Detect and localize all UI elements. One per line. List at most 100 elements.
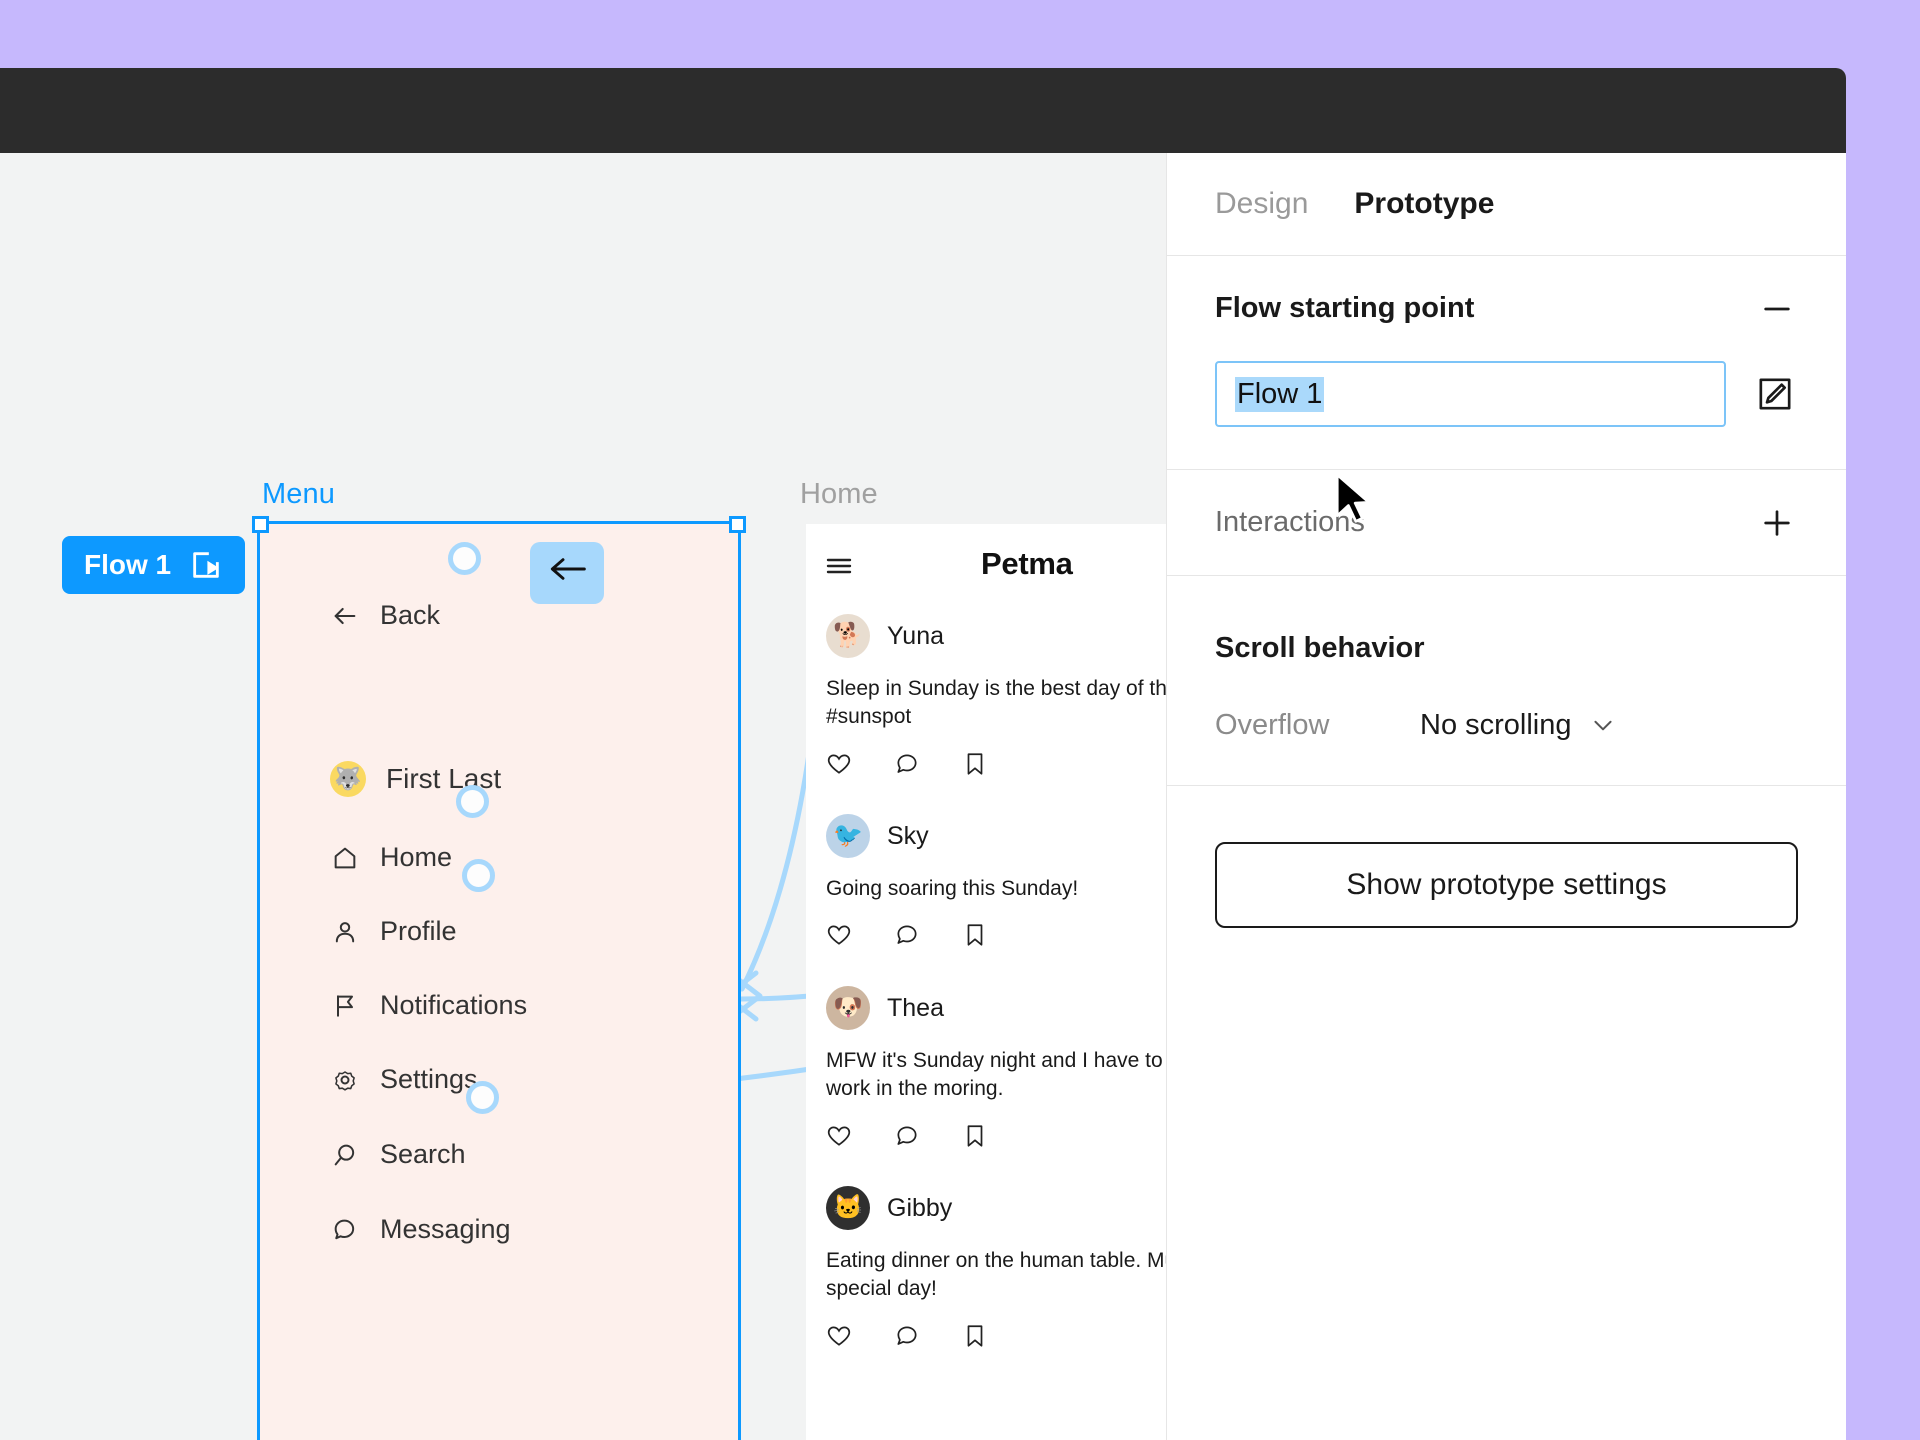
post-text: Sleep in Sunday is the best day of the w… xyxy=(826,677,1166,729)
connector-dot-back[interactable] xyxy=(448,542,481,575)
overflow-label: Overflow xyxy=(1215,708,1330,741)
post-item[interactable]: 🐕 Yuna Sleep in Sunday is the best day o… xyxy=(826,614,1166,777)
design-canvas[interactable]: Menu Home Back 🐺 First Last Home Profile… xyxy=(0,153,1166,1440)
connector-dot-home[interactable] xyxy=(456,785,489,818)
menu-item-notifications[interactable]: Notifications xyxy=(330,990,527,1021)
message-icon xyxy=(330,1215,360,1245)
bird-avatar: 🐦 xyxy=(826,814,870,858)
post-author: Sky xyxy=(887,821,929,850)
menu-item-notifications-label: Notifications xyxy=(380,990,528,1020)
post-actions[interactable] xyxy=(826,922,1166,948)
menu-item-settings-label: Settings xyxy=(380,1064,478,1094)
post-actions[interactable] xyxy=(826,1123,1166,1149)
section-header: Interactions xyxy=(1215,470,1798,575)
menu-item-settings[interactable]: Settings xyxy=(330,1064,478,1095)
post-header: 🐕 Yuna xyxy=(826,614,1166,658)
bookmark-icon[interactable] xyxy=(962,1123,988,1149)
mouse-cursor xyxy=(1335,473,1373,525)
frame-menu[interactable]: Back 🐺 First Last Home Profile Notificat… xyxy=(257,521,741,1440)
scroll-behavior-section: Scroll behavior Overflow No scrolling xyxy=(1167,576,1846,786)
like-icon[interactable] xyxy=(826,922,852,948)
selection-handle-top-right[interactable] xyxy=(729,516,746,533)
panel-tabs: Design Prototype xyxy=(1167,153,1846,256)
menu-item-messaging[interactable]: Messaging xyxy=(330,1214,511,1245)
flow-name-value: Flow 1 xyxy=(1235,376,1325,412)
menu-item-home[interactable]: Home xyxy=(330,842,452,873)
properties-panel: Design Prototype Flow starting point Flo… xyxy=(1166,153,1846,1440)
overflow-value-text: No scrolling xyxy=(1420,708,1572,741)
dog-avatar: 🐕 xyxy=(826,614,870,658)
pencil-square-icon[interactable] xyxy=(1752,371,1798,417)
frame-home[interactable]: Petma 🐕 Yuna Sleep in Sunday is the best… xyxy=(806,524,1166,1440)
app-logo: Petma xyxy=(981,546,1073,581)
post-actions[interactable] xyxy=(826,751,1166,777)
menu-item-search-label: Search xyxy=(380,1139,466,1169)
menu-item-messaging-label: Messaging xyxy=(380,1214,511,1244)
connector-dot-search[interactable] xyxy=(466,1081,499,1114)
bookmark-icon[interactable] xyxy=(962,922,988,948)
post-header: 🐶 Thea xyxy=(826,986,1166,1030)
flow-pill-label: Flow 1 xyxy=(84,549,172,580)
post-item[interactable]: 🐦 Sky Going soaring this Sunday! xyxy=(826,814,1166,948)
chevron-down-icon xyxy=(1590,712,1616,738)
post-header: 🐱 Gibby xyxy=(826,1186,1166,1230)
post-item[interactable]: 🐱 Gibby Eating dinner on the human table… xyxy=(826,1186,1166,1349)
like-icon[interactable] xyxy=(826,1123,852,1149)
flow-play-icon[interactable] xyxy=(189,548,223,582)
interactions-section: Interactions xyxy=(1167,470,1846,576)
section-title: Flow starting point xyxy=(1215,292,1475,324)
comment-icon[interactable] xyxy=(894,922,920,948)
cat-avatar: 🐱 xyxy=(826,1186,870,1230)
arrow-left-icon xyxy=(330,601,360,631)
menu-item-back[interactable]: Back xyxy=(330,600,440,631)
tab-prototype[interactable]: Prototype xyxy=(1354,187,1494,221)
frame-label-home[interactable]: Home xyxy=(800,478,878,511)
section-header: Flow starting point xyxy=(1215,256,1798,361)
figma-window: Menu Home Back 🐺 First Last Home Profile… xyxy=(0,68,1846,1440)
flow-starting-point-pill[interactable]: Flow 1 xyxy=(62,536,246,594)
user-avatar: 🐺 xyxy=(330,761,366,797)
prototype-settings-wrap: Show prototype settings xyxy=(1167,786,1846,928)
hamburger-icon[interactable] xyxy=(826,556,852,576)
post-author: Gibby xyxy=(887,1193,953,1222)
like-icon[interactable] xyxy=(826,751,852,777)
connector-dot-profile[interactable] xyxy=(462,859,495,892)
menu-item-home-label: Home xyxy=(380,842,453,872)
plus-icon[interactable] xyxy=(1756,502,1798,544)
menu-item-profile-label: Profile xyxy=(380,916,457,946)
dog2-avatar: 🐶 xyxy=(826,986,870,1030)
post-author: Thea xyxy=(887,993,944,1022)
post-author: Yuna xyxy=(887,621,945,650)
bookmark-icon[interactable] xyxy=(962,1323,988,1349)
selection-handle-top-left[interactable] xyxy=(252,516,269,533)
post-header: 🐦 Sky xyxy=(826,814,1166,858)
section-title: Scroll behavior xyxy=(1215,632,1425,664)
flow-starting-point-section: Flow starting point Flow 1 xyxy=(1167,256,1846,470)
person-icon xyxy=(330,917,360,947)
tab-design[interactable]: Design xyxy=(1215,187,1308,221)
flow-name-input[interactable]: Flow 1 xyxy=(1215,361,1726,427)
menu-item-profile[interactable]: Profile xyxy=(330,916,457,947)
home-icon xyxy=(330,843,360,873)
frame-label-menu[interactable]: Menu xyxy=(262,478,335,511)
comment-icon[interactable] xyxy=(894,751,920,777)
arrow-back-icon xyxy=(550,558,586,580)
back-navigation-chip[interactable] xyxy=(530,542,604,604)
post-text: Eating dinner on the human table. Must s… xyxy=(826,1249,1166,1301)
bookmark-icon[interactable] xyxy=(962,751,988,777)
show-prototype-settings-button[interactable]: Show prototype settings xyxy=(1215,842,1798,928)
gear-icon xyxy=(330,1065,360,1095)
menu-item-search[interactable]: Search xyxy=(330,1139,466,1170)
comment-icon[interactable] xyxy=(894,1123,920,1149)
flag-icon xyxy=(330,991,360,1021)
overflow-select[interactable]: No scrolling xyxy=(1420,709,1616,742)
minus-icon[interactable] xyxy=(1756,288,1798,330)
post-item[interactable]: 🐶 Thea MFW it's Sunday night and I have … xyxy=(826,986,1166,1149)
overflow-row: Overflow No scrolling xyxy=(1215,665,1798,785)
like-icon[interactable] xyxy=(826,1323,852,1349)
comment-icon[interactable] xyxy=(894,1323,920,1349)
search-icon xyxy=(330,1140,360,1170)
post-actions[interactable] xyxy=(826,1323,1166,1349)
flow-name-row: Flow 1 xyxy=(1215,361,1798,469)
app-toolbar xyxy=(0,68,1846,153)
